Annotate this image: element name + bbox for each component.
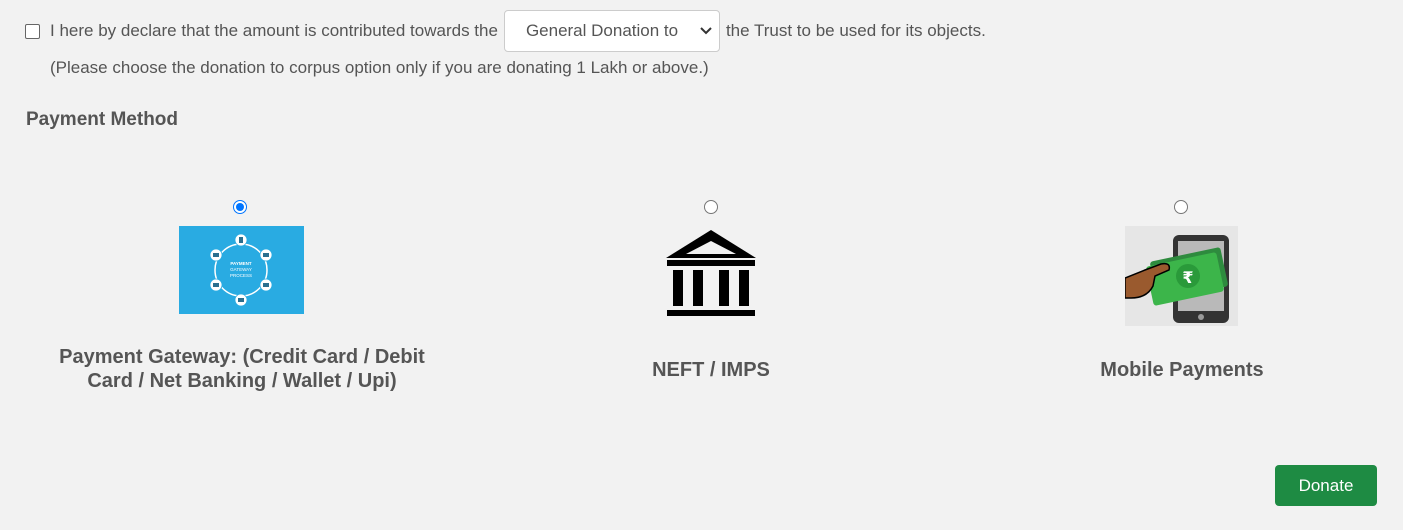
rupee-icon: ₹: [1182, 268, 1193, 287]
declaration-text-after: the Trust to be used for its objects.: [725, 21, 986, 40]
payment-gateway-label-line2: Card / Net Banking / Wallet / Upi): [87, 370, 397, 392]
payment-gateway-radio[interactable]: [233, 200, 247, 214]
donate-button[interactable]: Donate: [1275, 465, 1377, 506]
payment-gateway-label-line1: Payment Gateway: (Credit Card / Debit: [59, 346, 425, 368]
payment-gateway-icon[interactable]: PAYMENT GATEWAY PROCESS: [179, 226, 304, 314]
corpus-note: (Please choose the donation to corpus op…: [50, 58, 709, 77]
mobile-payments-label: Mobile Payments: [1100, 359, 1264, 381]
declaration-text-before: I here by declare that the amount is con…: [50, 21, 498, 40]
neft-imps-label: NEFT / IMPS: [652, 359, 770, 381]
payment-method-title: Payment Method: [26, 109, 179, 130]
bank-icon[interactable]: [665, 230, 757, 322]
chevron-down-icon: [700, 27, 712, 35]
gateway-image-text-1: PAYMENT: [230, 261, 252, 266]
mobile-payments-radio[interactable]: [1174, 200, 1188, 214]
neft-imps-radio[interactable]: [704, 200, 718, 214]
donation-type-selected: General Donation to: [525, 21, 679, 40]
payment-gateway-label: Payment Gateway: (Credit Card / Debit Ca…: [20, 345, 464, 393]
declaration-row: I here by declare that the amount is con…: [25, 10, 986, 52]
donation-type-select[interactable]: General Donation to: [503, 10, 720, 52]
declaration-checkbox[interactable]: [25, 23, 40, 39]
mobile-payment-icon[interactable]: ₹: [1125, 226, 1238, 326]
gateway-image-text-3: PROCESS: [230, 273, 252, 278]
gateway-image-text-2: GATEWAY: [230, 267, 252, 272]
